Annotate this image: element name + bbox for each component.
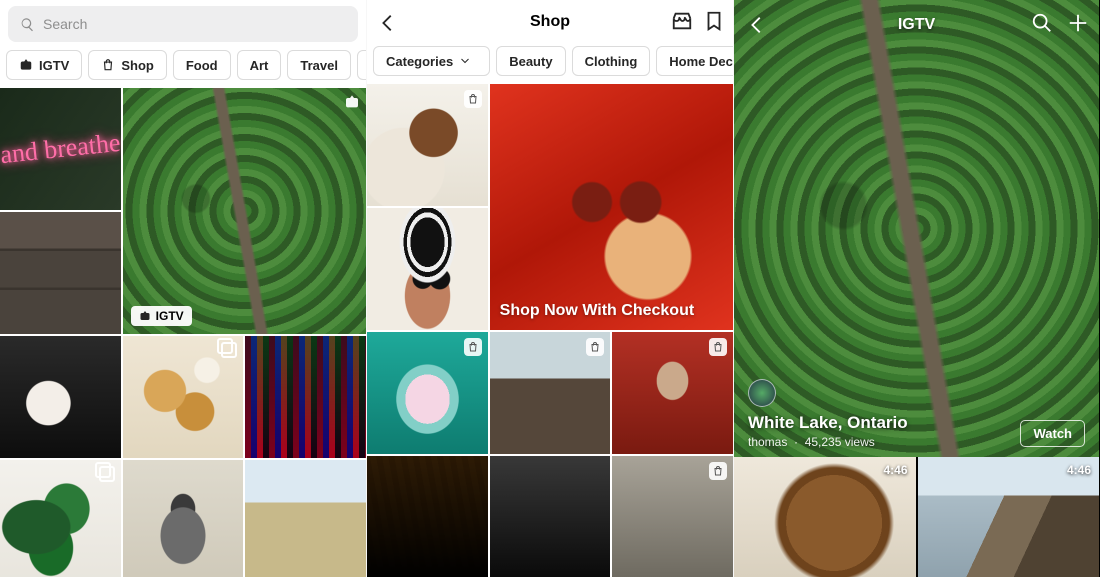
explore-tile[interactable] (0, 460, 121, 577)
upnext-tile[interactable]: 4:46 (734, 457, 916, 577)
shopping-bag-icon (709, 338, 727, 356)
explore-tile[interactable] (123, 460, 244, 577)
explore-panel: Search IGTV Shop Food Art Travel Ar IGTV (0, 0, 367, 577)
explore-grid: IGTV (0, 88, 366, 577)
author-avatar[interactable] (748, 379, 776, 407)
shop-panel: Shop Categories Beauty Clothing Home Dec… (367, 0, 734, 577)
igtv-upnext-strip: 4:46 4:46 (734, 457, 1099, 577)
igtv-header: IGTV (734, 0, 1099, 50)
chip-homedecor[interactable]: Home Decor (656, 46, 733, 76)
explore-tile[interactable] (123, 336, 244, 458)
search-input[interactable]: Search (8, 6, 358, 42)
chip-categories[interactable]: Categories (373, 46, 490, 76)
explore-igtv-tile[interactable]: IGTV (123, 88, 366, 334)
chip-art[interactable]: Art (237, 50, 282, 80)
chip-label: Food (186, 58, 218, 73)
explore-chip-row: IGTV Shop Food Art Travel Ar (0, 46, 366, 88)
explore-tile[interactable] (0, 212, 121, 334)
igtv-icon (139, 310, 151, 322)
igtv-title: IGTV (898, 16, 935, 34)
shop-grid: Shop Now With Checkout (367, 84, 733, 577)
igtv-badge: IGTV (131, 306, 192, 326)
chip-label: Travel (300, 58, 338, 73)
explore-tile[interactable] (245, 460, 366, 577)
chip-label: Home Decor (669, 54, 733, 69)
video-author[interactable]: thomas (748, 435, 787, 449)
chip-beauty[interactable]: Beauty (496, 46, 565, 76)
shopping-bag-icon (464, 90, 482, 108)
search-icon[interactable] (1031, 12, 1053, 34)
shop-tile[interactable] (490, 456, 611, 577)
chip-label: Art (250, 58, 269, 73)
igtv-icon (19, 58, 33, 72)
shop-tile[interactable] (367, 208, 488, 330)
search-icon (20, 17, 35, 32)
explore-tile[interactable] (245, 336, 366, 458)
shop-hero-caption: Shop Now With Checkout (500, 302, 695, 320)
video-duration: 4:46 (883, 463, 907, 477)
chip-label: IGTV (39, 58, 69, 73)
shop-tile[interactable] (367, 84, 488, 206)
chip-shop[interactable]: Shop (88, 50, 167, 80)
igtv-panel: IGTV White Lake, Ontario thomas · 45,235… (734, 0, 1100, 577)
chip-igtv[interactable]: IGTV (6, 50, 82, 80)
upnext-tile[interactable]: 4:46 (918, 457, 1100, 577)
shop-tile[interactable] (367, 332, 488, 454)
chevron-down-icon (459, 55, 471, 67)
chip-clothing[interactable]: Clothing (572, 46, 651, 76)
search-placeholder: Search (43, 16, 87, 32)
chip-more[interactable]: Ar (357, 50, 366, 80)
video-views: 45,235 views (805, 435, 875, 449)
chip-travel[interactable]: Travel (287, 50, 351, 80)
watch-button[interactable]: Watch (1020, 420, 1085, 447)
chip-label: Shop (121, 58, 154, 73)
carousel-icon (221, 342, 237, 358)
shop-icon (101, 58, 115, 72)
explore-tile[interactable] (0, 336, 121, 458)
chip-label: Categories (386, 54, 453, 69)
video-duration: 4:46 (1067, 463, 1091, 477)
back-icon[interactable] (746, 14, 768, 36)
chip-label: Beauty (509, 54, 552, 69)
shopping-bag-icon (586, 338, 604, 356)
explore-tile[interactable] (0, 88, 121, 210)
shop-chip-row: Categories Beauty Clothing Home Decor (367, 44, 733, 84)
shop-tile[interactable] (367, 456, 488, 577)
shopping-bag-icon (709, 462, 727, 480)
shop-tile[interactable] (490, 332, 611, 454)
chip-food[interactable]: Food (173, 50, 231, 80)
storefront-icon[interactable] (671, 10, 693, 32)
shop-hero-tile[interactable]: Shop Now With Checkout (490, 84, 733, 330)
chip-label: Clothing (585, 54, 638, 69)
igtv-badge-label: IGTV (156, 309, 184, 323)
carousel-icon (99, 466, 115, 482)
shop-tile[interactable] (612, 332, 733, 454)
add-icon[interactable] (1067, 12, 1089, 34)
shopping-bag-icon (464, 338, 482, 356)
bookmark-icon[interactable] (703, 10, 725, 32)
shop-header: Shop (367, 0, 733, 44)
shop-tile[interactable] (612, 456, 733, 577)
igtv-icon (344, 94, 360, 110)
shop-title: Shop (530, 13, 570, 31)
back-icon[interactable] (377, 12, 399, 34)
